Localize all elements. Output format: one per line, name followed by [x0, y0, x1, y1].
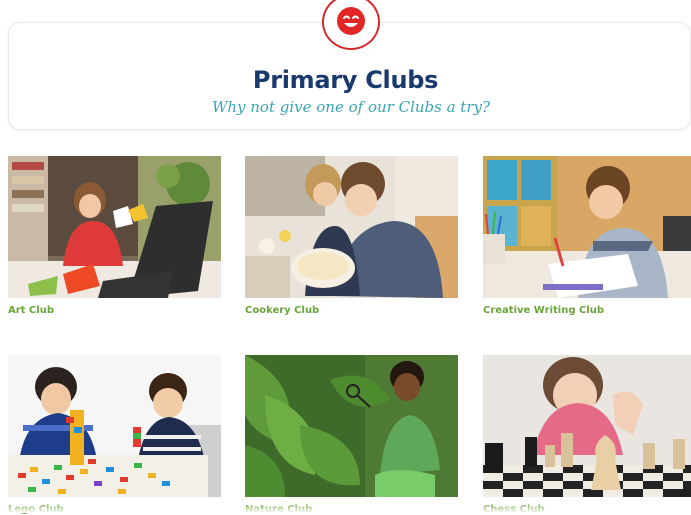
club-label-creative-writing[interactable]: Creative Writing Club: [483, 305, 604, 316]
nature-club-photo[interactable]: [245, 355, 458, 497]
page-subtitle: Why not give one of our Clubs a try?: [211, 98, 491, 116]
club-label-art[interactable]: Art Club: [8, 305, 54, 316]
art-club-photo[interactable]: [8, 156, 221, 298]
chess-club-photo[interactable]: [483, 355, 691, 497]
club-label-cookery[interactable]: Cookery Club: [245, 305, 319, 316]
bottom-fade: [0, 503, 691, 513]
cookery-club-photo[interactable]: [245, 156, 458, 298]
page-title: Primary Clubs: [252, 66, 439, 94]
creative-writing-club-photo[interactable]: [483, 156, 691, 298]
lego-club-photo[interactable]: [8, 355, 221, 497]
smiley-icon: [337, 7, 365, 35]
